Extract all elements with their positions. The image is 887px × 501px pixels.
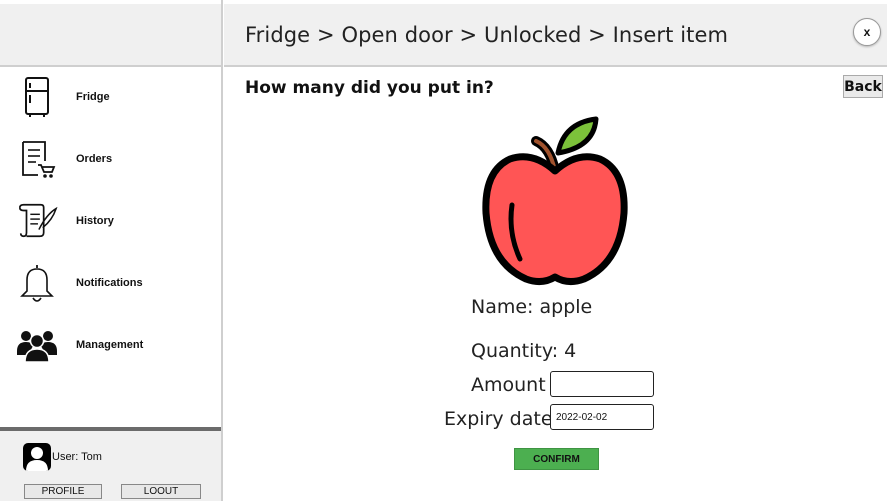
- bell-icon: [16, 262, 58, 304]
- breadcrumb: Fridge > Open door > Unlocked > Insert i…: [245, 23, 729, 47]
- amount-label: Amount: [471, 374, 546, 396]
- orders-icon: [16, 138, 58, 180]
- amount-field[interactable]: [550, 371, 654, 397]
- sidebar-item-label: Management: [76, 339, 144, 351]
- back-button[interactable]: Back: [843, 75, 883, 98]
- sidebar-item-history[interactable]: History: [0, 194, 221, 248]
- page-title: How many did you put in?: [245, 78, 494, 98]
- sidebar-item-management[interactable]: Management: [0, 318, 221, 372]
- user-name: User: Tom: [52, 451, 102, 463]
- sidebar-item-label: Notifications: [76, 277, 143, 289]
- sidebar-item-label: History: [76, 215, 114, 227]
- header: Fridge > Open door > Unlocked > Insert i…: [224, 4, 887, 67]
- item-quantity: Quantity: 4: [471, 340, 577, 362]
- confirm-button[interactable]: CONFIRM: [514, 448, 599, 470]
- avatar: [23, 443, 51, 471]
- expiry-label: Expiry date: [444, 408, 553, 430]
- fridge-icon: [16, 76, 58, 118]
- profile-button[interactable]: PROFILE: [24, 484, 102, 499]
- close-button[interactable]: x: [853, 18, 881, 46]
- users-icon: [16, 324, 58, 366]
- sidebar-item-fridge[interactable]: Fridge: [0, 70, 221, 124]
- sidebar-item-notifications[interactable]: Notifications: [0, 256, 221, 310]
- user-panel: User: Tom PROFILE LOOUT: [0, 427, 221, 501]
- sidebar-item-orders[interactable]: Orders: [0, 132, 221, 186]
- close-icon: x: [863, 25, 871, 39]
- sidebar-item-label: Orders: [76, 153, 113, 165]
- sidebar-header: [0, 0, 221, 67]
- item-name: Name: apple: [471, 296, 593, 318]
- sidebar: Fridge Orders History Notifications Mana…: [0, 0, 223, 501]
- sidebar-item-label: Fridge: [76, 91, 110, 103]
- history-icon: [16, 200, 58, 242]
- logout-button[interactable]: LOOUT: [121, 484, 201, 499]
- apple-icon: [478, 113, 633, 288]
- expiry-date-field[interactable]: 2022-02-02: [550, 404, 654, 430]
